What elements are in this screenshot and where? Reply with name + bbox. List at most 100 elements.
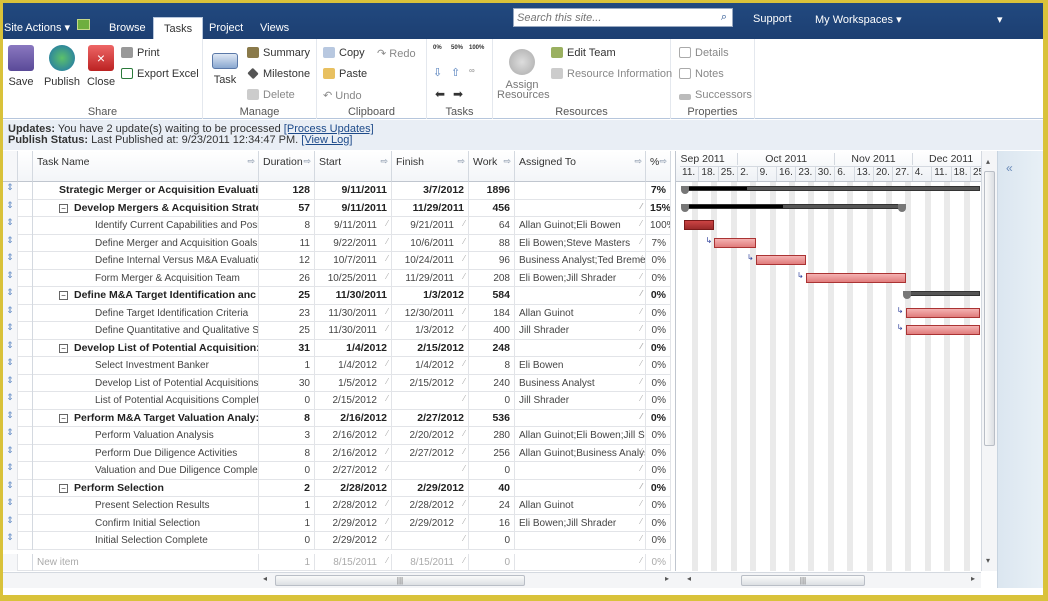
task-row[interactable]: ⇕ Define Merger and Acquisition Goals 11 9/… (3, 234, 671, 252)
tab-project[interactable]: Project (199, 17, 253, 39)
work-cell[interactable]: 400 (469, 322, 515, 340)
assigned-cell[interactable]: Allan Guinot;Business Analyst;E⁄ (515, 444, 646, 462)
edit-dropdown-icon[interactable]: ⁄ (387, 447, 388, 456)
edit-dropdown-icon[interactable]: ⁄ (641, 534, 642, 543)
pct-cell[interactable]: 100% (646, 217, 671, 235)
pct-cell[interactable]: 0% (646, 287, 671, 305)
task-name-cell[interactable]: Select Investment Banker (33, 357, 259, 375)
details-button[interactable]: Details (679, 47, 729, 65)
collapse-icon[interactable]: − (59, 343, 68, 353)
edit-dropdown-icon[interactable]: ⁄ (641, 482, 642, 491)
assigned-cell[interactable] (515, 182, 646, 200)
copy-button[interactable]: Copy (323, 47, 365, 65)
start-cell[interactable]: 2/16/2012 ⁄ (315, 444, 392, 462)
outdent-icon[interactable]: ⇧ (451, 66, 460, 84)
work-cell[interactable]: 280 (469, 427, 515, 445)
row-drag-handle-icon[interactable]: ⇕ (3, 427, 18, 445)
assigned-cell[interactable]: ⁄ (515, 553, 646, 571)
start-cell[interactable]: 10/7/2011 ⁄ (315, 252, 392, 270)
column-header-start[interactable]: Start ⇨ (315, 151, 392, 182)
undo-button[interactable]: ↶ Undo (323, 89, 362, 107)
work-cell[interactable]: 256 (469, 444, 515, 462)
edit-dropdown-icon[interactable]: ⁄ (464, 447, 465, 456)
column-header-assigned-to[interactable]: Assigned To ⇨ (515, 151, 646, 182)
edit-dropdown-icon[interactable]: ⁄ (464, 429, 465, 438)
edit-dropdown-icon[interactable]: ⁄ (464, 254, 465, 263)
edit-dropdown-icon[interactable]: ⁄ (464, 377, 465, 386)
row-drag-handle-icon[interactable]: ⇕ (3, 269, 18, 287)
task-row[interactable]: ⇕ Initial Selection Complete 0 2/29/2012 ⁄ ⁄ 0… (3, 532, 671, 550)
my-workspaces-menu[interactable]: My Workspaces ▾ (815, 13, 902, 26)
duration-cell[interactable]: 23 (259, 304, 315, 322)
pct-cell[interactable]: 0% (646, 427, 671, 445)
pct-cell[interactable]: 0% (646, 322, 671, 340)
new-task-button[interactable]: Task (207, 53, 243, 86)
task-bar[interactable] (905, 325, 980, 335)
duration-cell[interactable]: 26 (259, 269, 315, 287)
start-cell[interactable]: 8/15/2011 ⁄ (315, 553, 392, 571)
column-header-finish[interactable]: Finish ⇨ (392, 151, 469, 182)
edit-dropdown-icon[interactable]: ⁄ (464, 324, 465, 333)
duration-cell[interactable]: 57 (259, 199, 315, 217)
task-bar[interactable] (684, 220, 715, 230)
work-cell[interactable]: 0 (469, 462, 515, 480)
summary-bar[interactable] (684, 203, 903, 209)
milestone-button[interactable]: Milestone (247, 67, 310, 86)
finish-cell[interactable]: 1/4/2012 ⁄ (392, 357, 469, 375)
task-name-cell[interactable]: Valuation and Due Diligence Complete (33, 462, 259, 480)
edit-dropdown-icon[interactable]: ⁄ (387, 377, 388, 386)
finish-cell[interactable]: ⁄ (392, 462, 469, 480)
paste-button[interactable]: Paste (323, 68, 367, 86)
task-name-cell[interactable]: Present Selection Results (33, 497, 259, 515)
task-name-cell[interactable]: Perform Due Diligence Activities (33, 444, 259, 462)
edit-dropdown-icon[interactable]: ⁄ (641, 429, 642, 438)
edit-dropdown-icon[interactable]: ⁄ (387, 237, 388, 246)
duration-cell[interactable]: 8 (259, 217, 315, 235)
pct-cell[interactable]: 0% (646, 514, 671, 532)
vertical-scroll-thumb[interactable] (984, 171, 995, 446)
duration-cell[interactable]: 25 (259, 287, 315, 305)
task-name-cell[interactable]: List of Potential Acquisitions Complete (33, 392, 259, 410)
task-bar[interactable] (805, 272, 906, 283)
duration-cell[interactable]: 0 (259, 392, 315, 410)
task-name-cell[interactable]: Define Merger and Acquisition Goals (33, 234, 259, 252)
start-cell[interactable]: 2/28/2012 (315, 479, 392, 497)
finish-cell[interactable]: 9/21/2011 ⁄ (392, 217, 469, 235)
edit-dropdown-icon[interactable]: ⁄ (387, 429, 388, 438)
task-row[interactable]: ⇕ Define Target Identification Criteria 23… (3, 304, 671, 322)
task-name-cell[interactable]: Define Quantitative and Qualitative Scre (33, 322, 259, 340)
pct-cell[interactable]: 0% (646, 444, 671, 462)
task-bar[interactable] (756, 255, 806, 265)
edit-dropdown-icon[interactable]: ⁄ (387, 307, 388, 316)
task-name-cell[interactable]: Identify Current Capabilities and Positi… (33, 217, 259, 235)
work-cell[interactable]: 536 (469, 409, 515, 427)
start-cell[interactable]: 1/4/2012 ⁄ (315, 357, 392, 375)
scroll-down-icon[interactable]: ▾ (986, 556, 990, 565)
summary-task-row[interactable]: ⇕ − Define M&A Target Identification anc 25… (3, 287, 671, 305)
row-drag-handle-icon[interactable]: ⇕ (3, 217, 18, 235)
row-drag-handle-icon[interactable]: ⇕ (3, 479, 18, 497)
move-right-icon[interactable]: ➡ (453, 87, 463, 105)
work-cell[interactable]: 0 (469, 553, 515, 571)
edit-dropdown-icon[interactable]: ⁄ (464, 499, 465, 508)
pct-cell[interactable]: 0% (646, 462, 671, 480)
pct-cell[interactable]: 0% (646, 339, 671, 357)
navigate-up-icon[interactable] (77, 19, 90, 30)
export-excel-button[interactable]: Export Excel (121, 68, 199, 86)
edit-dropdown-icon[interactable]: ⁄ (464, 556, 465, 565)
vertical-scrollbar[interactable]: ▴ ▾ (981, 151, 997, 571)
edit-dropdown-icon[interactable]: ⁄ (641, 219, 642, 228)
row-drag-handle-icon[interactable]: ⇕ (3, 514, 18, 532)
work-cell[interactable]: 64 (469, 217, 515, 235)
work-cell[interactable]: 1896 (469, 182, 515, 200)
edit-team-button[interactable]: Edit Team (551, 47, 616, 65)
support-link[interactable]: Support (753, 13, 792, 25)
assigned-cell[interactable]: Jill Shrader ⁄ (515, 392, 646, 410)
finish-cell[interactable]: 2/29/2012 ⁄ (392, 514, 469, 532)
grid-horizontal-scrollbar[interactable]: ◂ ||| ▸ (3, 572, 675, 588)
task-row[interactable]: ⇕ Define Quantitative and Qualitative Scr… (3, 322, 671, 340)
start-cell[interactable]: 2/29/2012 ⁄ (315, 514, 392, 532)
assigned-cell[interactable]: ⁄ (515, 479, 646, 497)
edit-dropdown-icon[interactable]: ⁄ (464, 237, 465, 246)
collapse-panel-icon[interactable]: « (1006, 161, 1013, 175)
